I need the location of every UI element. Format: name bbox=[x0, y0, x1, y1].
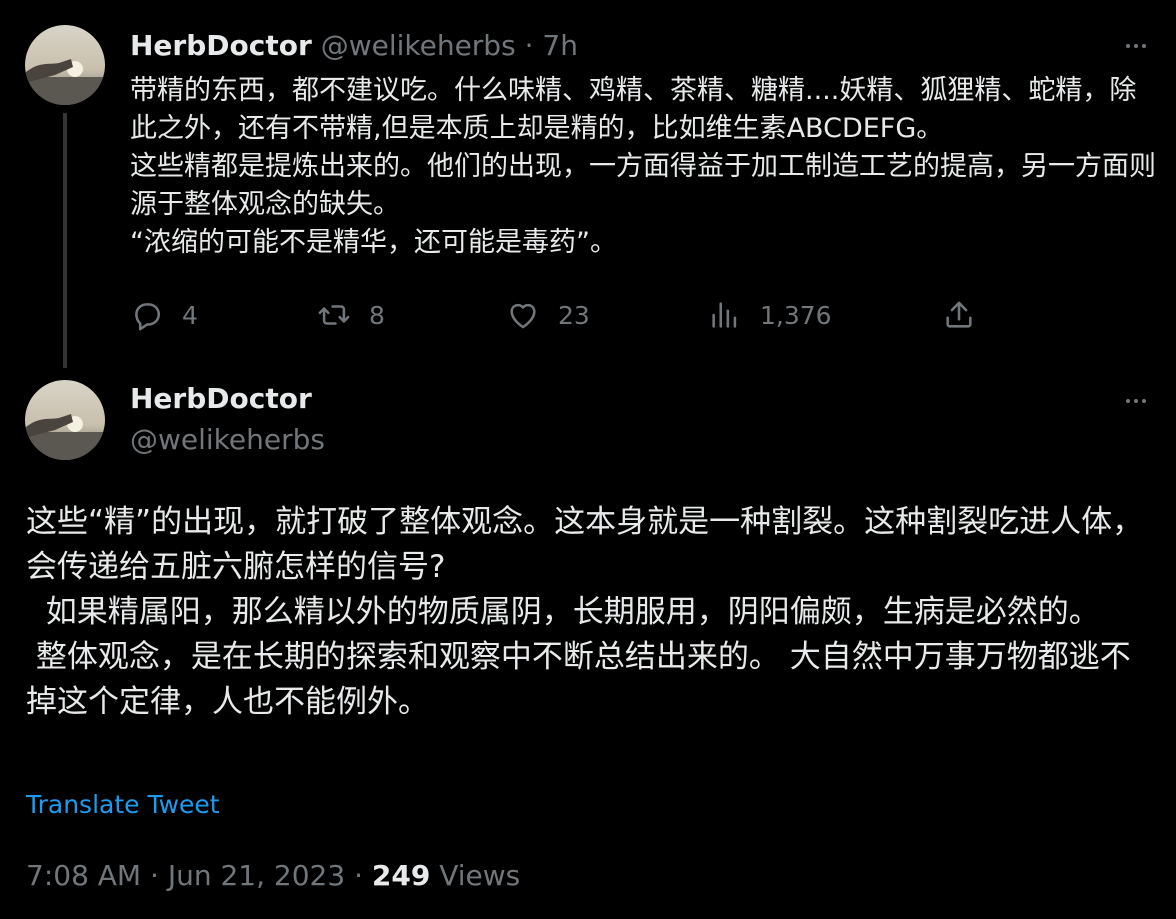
handle[interactable]: @welikeherbs bbox=[321, 29, 516, 62]
heart-icon bbox=[510, 303, 536, 329]
separator-dot: · bbox=[150, 859, 159, 892]
retweet-count: 8 bbox=[369, 300, 385, 330]
more-options-icon[interactable] bbox=[1126, 44, 1146, 48]
views-label: Views bbox=[439, 859, 521, 892]
reply-button[interactable]: 4 bbox=[130, 298, 198, 332]
avatar[interactable] bbox=[25, 25, 105, 105]
separator-dot: · bbox=[354, 859, 363, 892]
display-name[interactable]: HerbDoctor bbox=[130, 29, 312, 62]
views-icon bbox=[712, 302, 737, 328]
display-name[interactable]: HerbDoctor bbox=[130, 381, 312, 417]
reply-count: 4 bbox=[182, 300, 198, 330]
tweet-text: 带精的东西，都不建议吃。什么味精、鸡精、茶精、糖精....妖精、狐狸精、蛇精，除… bbox=[130, 75, 1156, 258]
thread-line bbox=[63, 113, 67, 368]
tweet-time[interactable]: 7:08 AM bbox=[26, 859, 141, 892]
handle[interactable]: @welikeherbs bbox=[130, 422, 325, 458]
separator-dot: · bbox=[524, 29, 534, 62]
reply-icon bbox=[135, 303, 161, 331]
tweet-meta: 7:08 AM · Jun 21, 2023 · 249 Views bbox=[26, 857, 520, 895]
tweet-date[interactable]: Jun 21, 2023 bbox=[168, 859, 345, 892]
views-count: 1,376 bbox=[760, 300, 832, 330]
share-icon bbox=[946, 301, 972, 328]
share-button[interactable] bbox=[942, 298, 976, 332]
timestamp[interactable]: 7h bbox=[542, 29, 578, 62]
tweet-header: HerbDoctor @welikeherbs · 7h bbox=[130, 28, 578, 64]
tweet-text: 这些“精”的出现，就打破了整体观念。这本身就是一种割裂。这种割裂吃进人体，会传递… bbox=[26, 504, 1144, 720]
translate-tweet-link[interactable]: Translate Tweet bbox=[26, 790, 220, 819]
avatar[interactable] bbox=[25, 380, 105, 460]
more-options-icon[interactable] bbox=[1126, 399, 1146, 403]
retweet-icon bbox=[318, 305, 350, 325]
like-count: 23 bbox=[558, 300, 590, 330]
like-button[interactable]: 23 bbox=[506, 298, 590, 332]
retweet-button[interactable]: 8 bbox=[317, 298, 385, 332]
views-button[interactable]: 1,376 bbox=[708, 298, 832, 332]
views-number: 249 bbox=[371, 859, 431, 892]
